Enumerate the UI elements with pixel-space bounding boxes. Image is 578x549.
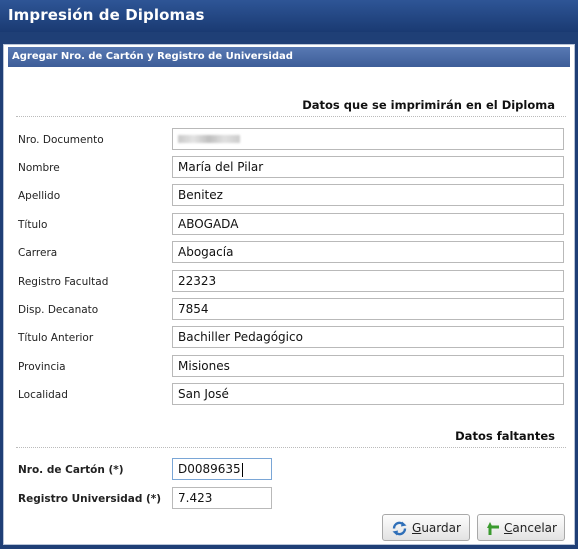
panel-title: Agregar Nro. de Cartón y Registro de Uni… — [12, 51, 293, 62]
section-divider — [16, 116, 566, 117]
window-title: Impresión de Diplomas — [8, 6, 205, 24]
label-disp-decanato: Disp. Decanato — [18, 304, 99, 316]
nombre-field[interactable]: María del Pilar — [172, 156, 564, 178]
label-apellido: Apellido — [18, 190, 61, 202]
green-arrow-icon — [487, 522, 499, 535]
label-provincia: Provincia — [18, 361, 66, 373]
section-title-diploma: Datos que se imprimirán en el Diploma — [302, 98, 555, 112]
section-title-faltantes: Datos faltantes — [455, 429, 555, 443]
text-caret — [241, 462, 243, 477]
refresh-icon — [392, 521, 407, 536]
label-carrera: Carrera — [18, 247, 58, 259]
titulo-field[interactable]: ABOGADA — [172, 213, 564, 235]
carrera-field[interactable]: Abogacía — [172, 241, 564, 263]
label-titulo: Título — [18, 219, 48, 231]
registro-universidad-field[interactable]: 7.423 — [172, 487, 272, 509]
cancelar-button[interactable]: Cancelar — [477, 514, 565, 541]
nro-carton-field[interactable]: D0089635 — [172, 458, 272, 480]
panel-header: Agregar Nro. de Cartón y Registro de Uni… — [8, 47, 570, 67]
label-registro-facultad: Registro Facultad — [18, 276, 109, 288]
label-nombre: Nombre — [18, 162, 60, 174]
apellido-field[interactable]: Benitez — [172, 184, 564, 206]
cancelar-label: Cancelar — [504, 521, 557, 535]
dialog-window: Impresión de Diplomas Agregar Nro. de Ca… — [0, 0, 578, 549]
label-registro-universidad: Registro Universidad (*) — [18, 493, 162, 505]
label-titulo-anterior: Título Anterior — [18, 332, 94, 344]
disp-decanato-field[interactable]: 7854 — [172, 298, 564, 320]
section-divider — [16, 447, 566, 448]
title-bar: Impresión de Diplomas — [0, 0, 578, 32]
nro-carton-value: D0089635 — [178, 462, 241, 476]
label-localidad: Localidad — [18, 389, 68, 401]
label-nro-documento: Nro. Documento — [18, 134, 104, 146]
redacted-value — [178, 135, 240, 143]
titulo-anterior-field[interactable]: Bachiller Pedagógico — [172, 326, 564, 348]
provincia-field[interactable]: Misiones — [172, 355, 564, 377]
guardar-button[interactable]: Guardar — [382, 514, 470, 541]
registro-facultad-field[interactable]: 22323 — [172, 270, 564, 292]
guardar-label: Guardar — [412, 521, 461, 535]
label-nro-carton: Nro. de Cartón (*) — [18, 464, 124, 476]
localidad-field[interactable]: San José — [172, 383, 564, 405]
nro-documento-field[interactable] — [172, 128, 564, 150]
form-panel: Agregar Nro. de Cartón y Registro de Uni… — [3, 44, 575, 545]
